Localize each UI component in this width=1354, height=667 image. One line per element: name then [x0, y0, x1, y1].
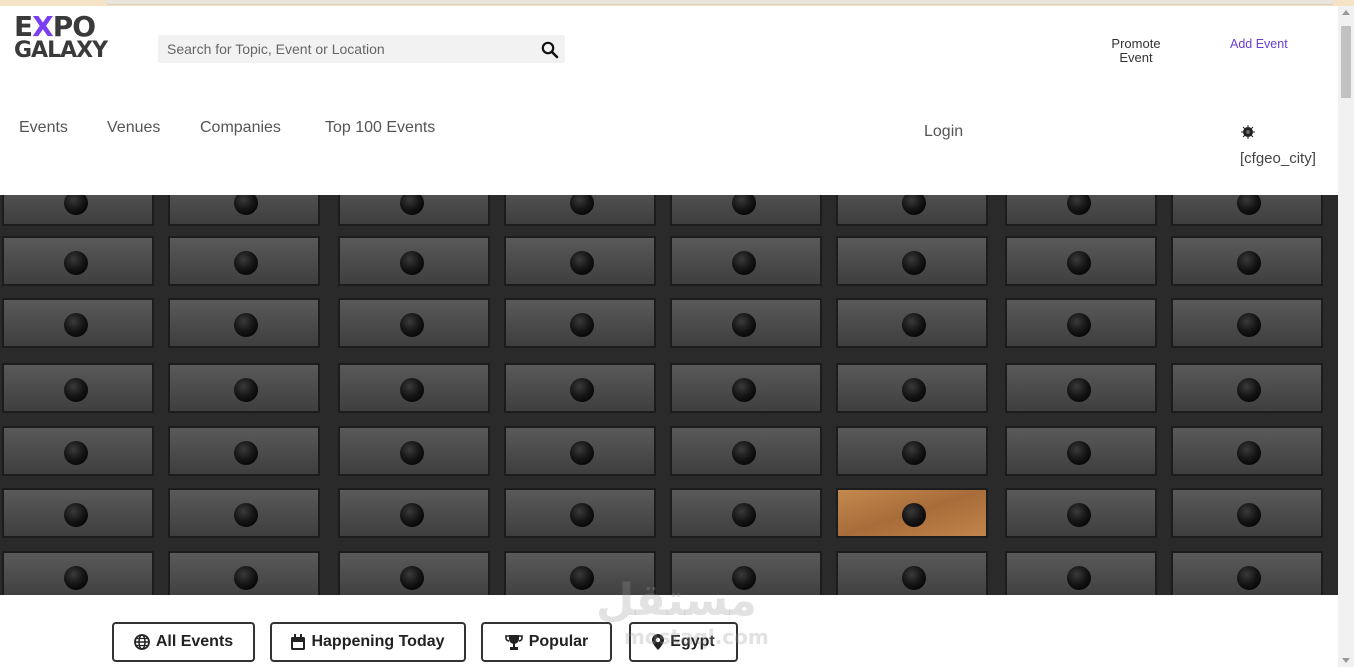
drawer-knob: [1237, 441, 1261, 465]
drawer-knob: [732, 503, 756, 527]
drawer-knob: [570, 313, 594, 337]
scroll-down-arrow-icon[interactable]: [1342, 658, 1350, 663]
drawer-knob: [1067, 251, 1091, 275]
drawer-knob: [64, 313, 88, 337]
filter-egypt-button[interactable]: Egypt: [629, 622, 738, 662]
drawer-knob: [732, 251, 756, 275]
scrollbar-thumb[interactable]: [1341, 26, 1351, 98]
geo-city-placeholder: [cfgeo_city]: [1240, 150, 1316, 167]
drawer-knob: [1067, 378, 1091, 402]
drawer-knob: [1067, 566, 1091, 590]
search-input[interactable]: [158, 35, 528, 63]
drawer-knob: [234, 378, 258, 402]
drawer-knob: [1067, 503, 1091, 527]
filter-all-events-button[interactable]: All Events: [112, 622, 255, 662]
drawer-knob: [902, 378, 926, 402]
nav-item-top-100-events[interactable]: Top 100 Events: [325, 119, 435, 137]
filter-popular-button[interactable]: Popular: [481, 622, 612, 662]
drawer-knob: [64, 503, 88, 527]
drawer-knob: [234, 441, 258, 465]
search-icon[interactable]: [541, 41, 559, 59]
drawer-knob: [902, 313, 926, 337]
drawer-knob: [902, 251, 926, 275]
drawer-knob: [400, 251, 424, 275]
hero-banner-image: [0, 195, 1338, 595]
drawer-knob: [400, 566, 424, 590]
drawer-knob: [902, 441, 926, 465]
drawer-knob: [570, 251, 594, 275]
nav-item-companies[interactable]: Companies: [200, 119, 281, 137]
scroll-up-arrow-icon[interactable]: [1342, 10, 1350, 15]
login-link[interactable]: Login: [924, 123, 963, 141]
search-bar: [158, 35, 565, 63]
drawer-knob: [1067, 441, 1091, 465]
map-marker-icon: [652, 634, 665, 650]
drawer-knob: [400, 503, 424, 527]
drawer-knob: [1237, 566, 1261, 590]
drawer-knob: [234, 503, 258, 527]
drawer-knob: [234, 566, 258, 590]
browser-top-strip: [0, 0, 1354, 6]
calendar-icon: [291, 634, 306, 650]
drawer-knob: [64, 441, 88, 465]
drawer-knob: [1237, 503, 1261, 527]
drawer-knob: [400, 441, 424, 465]
drawer-knob: [64, 566, 88, 590]
drawer-knob: [1237, 378, 1261, 402]
add-event-link[interactable]: Add Event: [1230, 37, 1288, 51]
drawer-knob: [400, 313, 424, 337]
drawer-knob: [1237, 313, 1261, 337]
drawer-knob: [570, 378, 594, 402]
drawer-knob: [732, 378, 756, 402]
drawer-knob: [234, 251, 258, 275]
drawer-knob: [1067, 313, 1091, 337]
drawer-knob: [902, 503, 926, 527]
nav-item-venues[interactable]: Venues: [107, 119, 160, 137]
trophy-icon: [504, 635, 523, 650]
drawer-knob: [234, 313, 258, 337]
site-logo[interactable]: EXPO GALAXY: [14, 13, 126, 67]
drawer-knob: [1237, 251, 1261, 275]
drawer-knob: [64, 251, 88, 275]
drawer-knob: [64, 378, 88, 402]
promote-event-link[interactable]: Promote Event: [1100, 37, 1172, 65]
drawer-knob: [400, 378, 424, 402]
drawer-knob: [732, 313, 756, 337]
drawer-knob: [732, 441, 756, 465]
drawer-knob: [732, 566, 756, 590]
filter-happening-today-button[interactable]: Happening Today: [270, 622, 466, 662]
drawer-knob: [902, 566, 926, 590]
drawer-knob: [570, 441, 594, 465]
globe-icon: [133, 634, 150, 650]
drawer-knob: [570, 566, 594, 590]
geo-location-icon: [1241, 125, 1255, 139]
page-scrollbar[interactable]: [1338, 6, 1354, 667]
drawer-knob: [570, 503, 594, 527]
nav-item-events[interactable]: Events: [19, 119, 68, 137]
